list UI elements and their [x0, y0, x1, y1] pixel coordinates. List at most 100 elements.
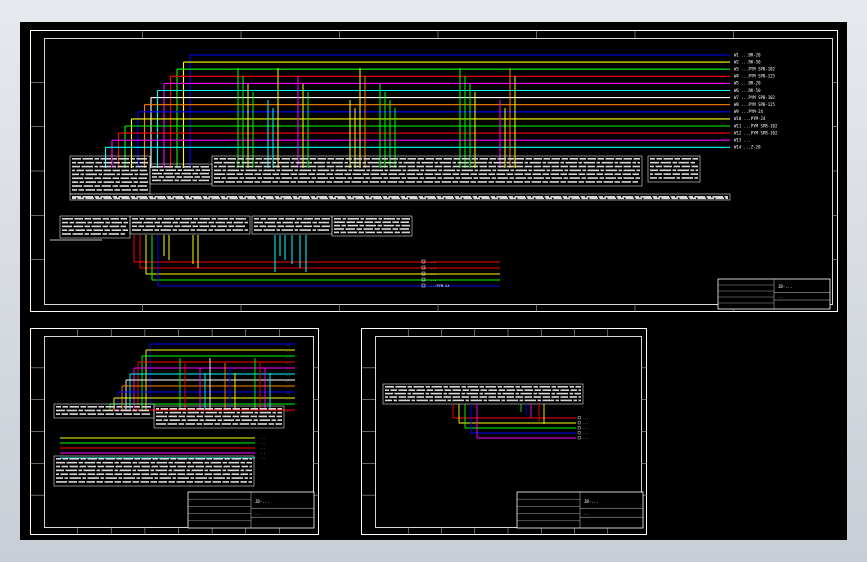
right-terminal-table-text-fill — [569, 396, 577, 398]
left-connector-table-text-fill — [240, 481, 247, 483]
terminal-table-mid-text-fill — [182, 166, 191, 168]
connector-table-4-text-fill — [334, 221, 345, 223]
terminal-table-main-text-fill — [214, 181, 224, 183]
connector-table-2-text-fill — [197, 221, 207, 224]
connector-table-1-text-fill — [68, 229, 74, 231]
terminal-table-main-text-fill — [335, 169, 347, 172]
terminal-table-left-text-fill — [85, 161, 94, 164]
terminal-table-main-text-fill — [380, 161, 384, 164]
left-terminal-table-main-text-fill — [217, 419, 222, 421]
terminal-table-main-text-fill — [489, 158, 496, 160]
left-connector-table-text-fill — [195, 458, 205, 460]
terminal-strip-text-fill — [706, 196, 711, 198]
right-terminal-table-text-fill — [412, 392, 424, 395]
title-block-title: JB-... — [255, 499, 269, 504]
left-terminal-table-main-text-fill — [235, 419, 240, 421]
terminal-strip-text-fill — [185, 197, 192, 200]
main-drawing-sheet[interactable]: W1 ...BR-20 W2 ...RK-50 W3 ...PYM SPB-102 W… — [30, 30, 838, 312]
right-terminal-table-text-fill — [398, 396, 406, 398]
terminal-table-main-text-fill — [407, 165, 415, 168]
left-terminal-table-main-text-fill — [178, 415, 185, 418]
terminal-strip-text-fill — [598, 196, 603, 198]
left-connector-table-text-fill — [132, 469, 136, 472]
left-terminal-table-main-text-fill — [257, 423, 267, 425]
terminal-table-main-text-fill — [214, 165, 217, 168]
left-connector-table-text-fill — [150, 481, 157, 483]
terminal-strip-text-fill — [580, 196, 585, 198]
right-terminal-table-text-fill — [498, 389, 505, 391]
left-terminal-table-text-fill — [66, 409, 77, 412]
terminal-table-main-text-fill — [477, 181, 487, 183]
terminal-strip-text-fill — [257, 197, 264, 200]
connector-table-1-text-fill — [93, 229, 103, 231]
wire-label: W11 ...PYM SPB-102 — [734, 123, 778, 128]
terminal-strip-text-fill — [617, 197, 624, 200]
terminal-table-left-text-fill — [130, 185, 136, 187]
terminal-table-left-text-fill — [72, 161, 76, 164]
right-terminal-table-text-fill — [390, 389, 397, 391]
right-terminal-table-text-fill — [426, 389, 433, 391]
cad-drawing-canvas[interactable]: W1 ...BR-20 W2 ...RK-50 W3 ...PYM SPB-102 W… — [20, 22, 847, 540]
terminal-table-mid-text-fill — [201, 176, 210, 178]
left-connector-table-text-fill — [249, 465, 252, 468]
lower-wire-label: ... — [260, 456, 266, 460]
connector-table-4-text-fill — [365, 224, 376, 227]
terminal-table-main-text-fill — [488, 173, 495, 176]
right-drawing-sheet[interactable]: ............... JB-...... — [361, 328, 647, 535]
terminal-table-left-text-fill — [121, 181, 132, 183]
left-terminal-table-main-text-fill — [205, 408, 213, 410]
terminal-strip-text-fill — [419, 197, 426, 200]
left-connector-table-text-fill — [159, 477, 171, 479]
left-connector-table-text-fill — [230, 481, 239, 483]
terminal-table-main-text-fill — [528, 169, 532, 172]
terminal-table-main-text-fill — [335, 158, 344, 160]
connector-table-1-text-fill — [111, 221, 122, 224]
terminal-table-main-text-fill — [443, 165, 451, 168]
connector-table-2-text-fill — [208, 221, 214, 224]
wire-label: W14 ...Z-20 — [734, 145, 761, 150]
connector-table-1-text-fill — [102, 218, 109, 220]
terminal-strip-text-fill — [226, 196, 237, 198]
right-terminal-table-text-fill — [560, 389, 569, 391]
terminal-strip-text-fill — [481, 197, 490, 200]
terminal-table-main-text-fill — [259, 161, 271, 164]
connector-table-3-text-fill — [267, 225, 276, 228]
terminal-strip-text-fill — [473, 197, 480, 200]
left-connector-table-text-fill — [168, 473, 176, 476]
right-terminal-table-text-fill — [411, 399, 415, 402]
terminal-box — [577, 421, 581, 425]
left-connector-table-text-fill — [105, 458, 115, 460]
terminal-table-main-text-fill — [515, 158, 524, 160]
left-connector-table-text-fill — [69, 465, 78, 468]
wire-label: W8 ...PYM SPB-125 — [734, 102, 776, 107]
terminal-table-main-text-fill — [405, 181, 415, 183]
terminal-table-right-text-fill — [681, 165, 690, 168]
left-terminal-table-main-text-fill — [196, 408, 204, 410]
left-connector-table-text-fill — [194, 481, 203, 483]
left-connector-table-text-fill — [141, 477, 153, 479]
terminal-box — [577, 426, 581, 430]
right-terminal-table-text-fill — [497, 386, 502, 388]
left-connector-table-text-fill — [209, 469, 221, 472]
terminal-table-main-text-fill — [581, 177, 586, 179]
left-connector-table-text-fill — [158, 481, 167, 483]
left-terminal-table-main-text-fill — [253, 419, 258, 421]
terminal-table-right-text-fill — [674, 158, 680, 160]
right-terminal-table-text-fill — [560, 396, 568, 398]
terminal-strip-text-fill — [337, 197, 346, 200]
terminal-table-main-text-fill — [479, 158, 488, 160]
right-terminal-table-text-fill — [551, 392, 555, 395]
right-terminal-table-text-fill — [407, 392, 411, 395]
terminal-strip-text-fill — [424, 196, 435, 198]
connector-table-2-text-fill — [244, 229, 248, 231]
left-connector-table-text-fill — [249, 458, 252, 460]
terminal-table-main-text-fill — [578, 173, 585, 176]
terminal-table-main-text-fill — [272, 161, 276, 164]
left-connector-table-text-fill — [132, 473, 140, 476]
left-drawing-sheet[interactable]: ........................................… — [30, 328, 319, 535]
left-terminal-table-text-fill — [105, 413, 114, 415]
left-connector-table-text-fill — [56, 481, 67, 483]
left-connector-table-text-fill — [138, 461, 149, 464]
terminal-table-left-text-fill — [139, 173, 148, 176]
terminal-table-main-text-fill — [345, 158, 352, 160]
